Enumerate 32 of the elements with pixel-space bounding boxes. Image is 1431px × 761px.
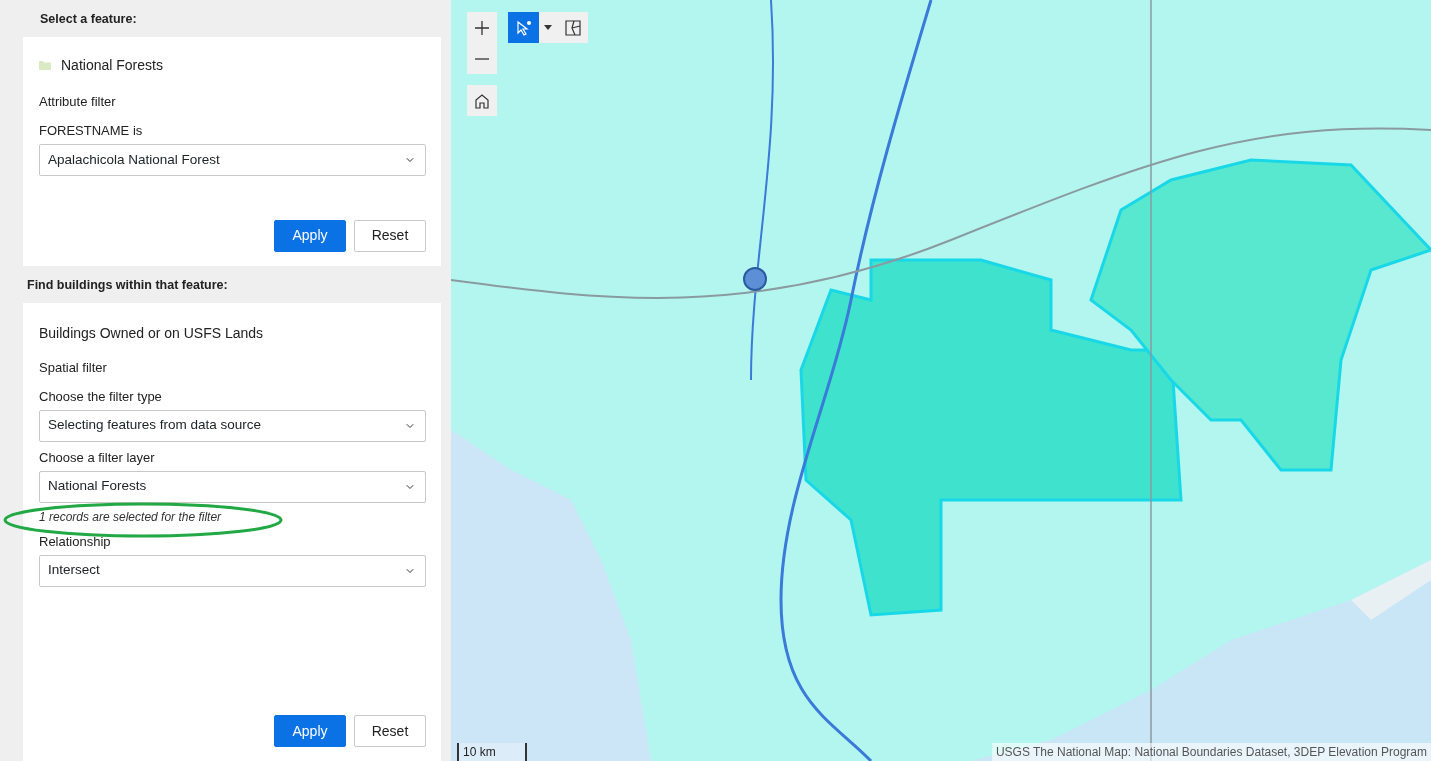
select-field[interactable]: Selecting features from data source [39, 409, 426, 442]
zoom-in-icon [474, 19, 490, 36]
caret-icon [544, 25, 552, 30]
field-label: Relationship [39, 533, 112, 551]
zoom-out-icon [475, 57, 489, 60]
attribution-text: USGS The National Map: National Boundaries Dataset, 3DEP Elevation Program [991, 743, 1431, 761]
scale-bar: 10 km [457, 743, 527, 761]
field-label: Choose a filter layer [39, 449, 156, 467]
filter-note: 1 records are selected for the filter [39, 508, 223, 526]
field-label: FORESTNAME is [39, 122, 144, 141]
select-area-icon [564, 19, 581, 36]
select-field[interactable]: Intersect [39, 554, 426, 587]
select-field[interactable]: National Forests [39, 470, 426, 503]
layer-name: National Forests [61, 55, 163, 75]
apply-button[interactable]: Apply [274, 219, 346, 252]
map-tool-button[interactable] [467, 12, 497, 43]
folder-icon [39, 60, 51, 71]
map-tool-button[interactable] [467, 85, 497, 116]
map-tool-button[interactable] [539, 12, 557, 43]
reset-button[interactable]: Reset [354, 715, 426, 747]
section-heading: Find buildings within that feature: [26, 276, 229, 294]
map-tool-button[interactable] [557, 12, 588, 43]
home-icon [474, 92, 490, 109]
field-label: Choose the filter type [39, 388, 163, 406]
card-title: Buildings Owned or on USFS Lands [39, 323, 265, 343]
apply-button[interactable]: Apply [274, 715, 346, 747]
section-heading: Select a feature: [39, 11, 138, 28]
filter-title: Spatial filter [39, 358, 108, 377]
select-field[interactable]: Apalachicola National Forest [39, 143, 426, 176]
pointer-icon [515, 19, 532, 36]
reset-button[interactable]: Reset [354, 219, 426, 252]
filter-title: Attribute filter [39, 92, 117, 111]
